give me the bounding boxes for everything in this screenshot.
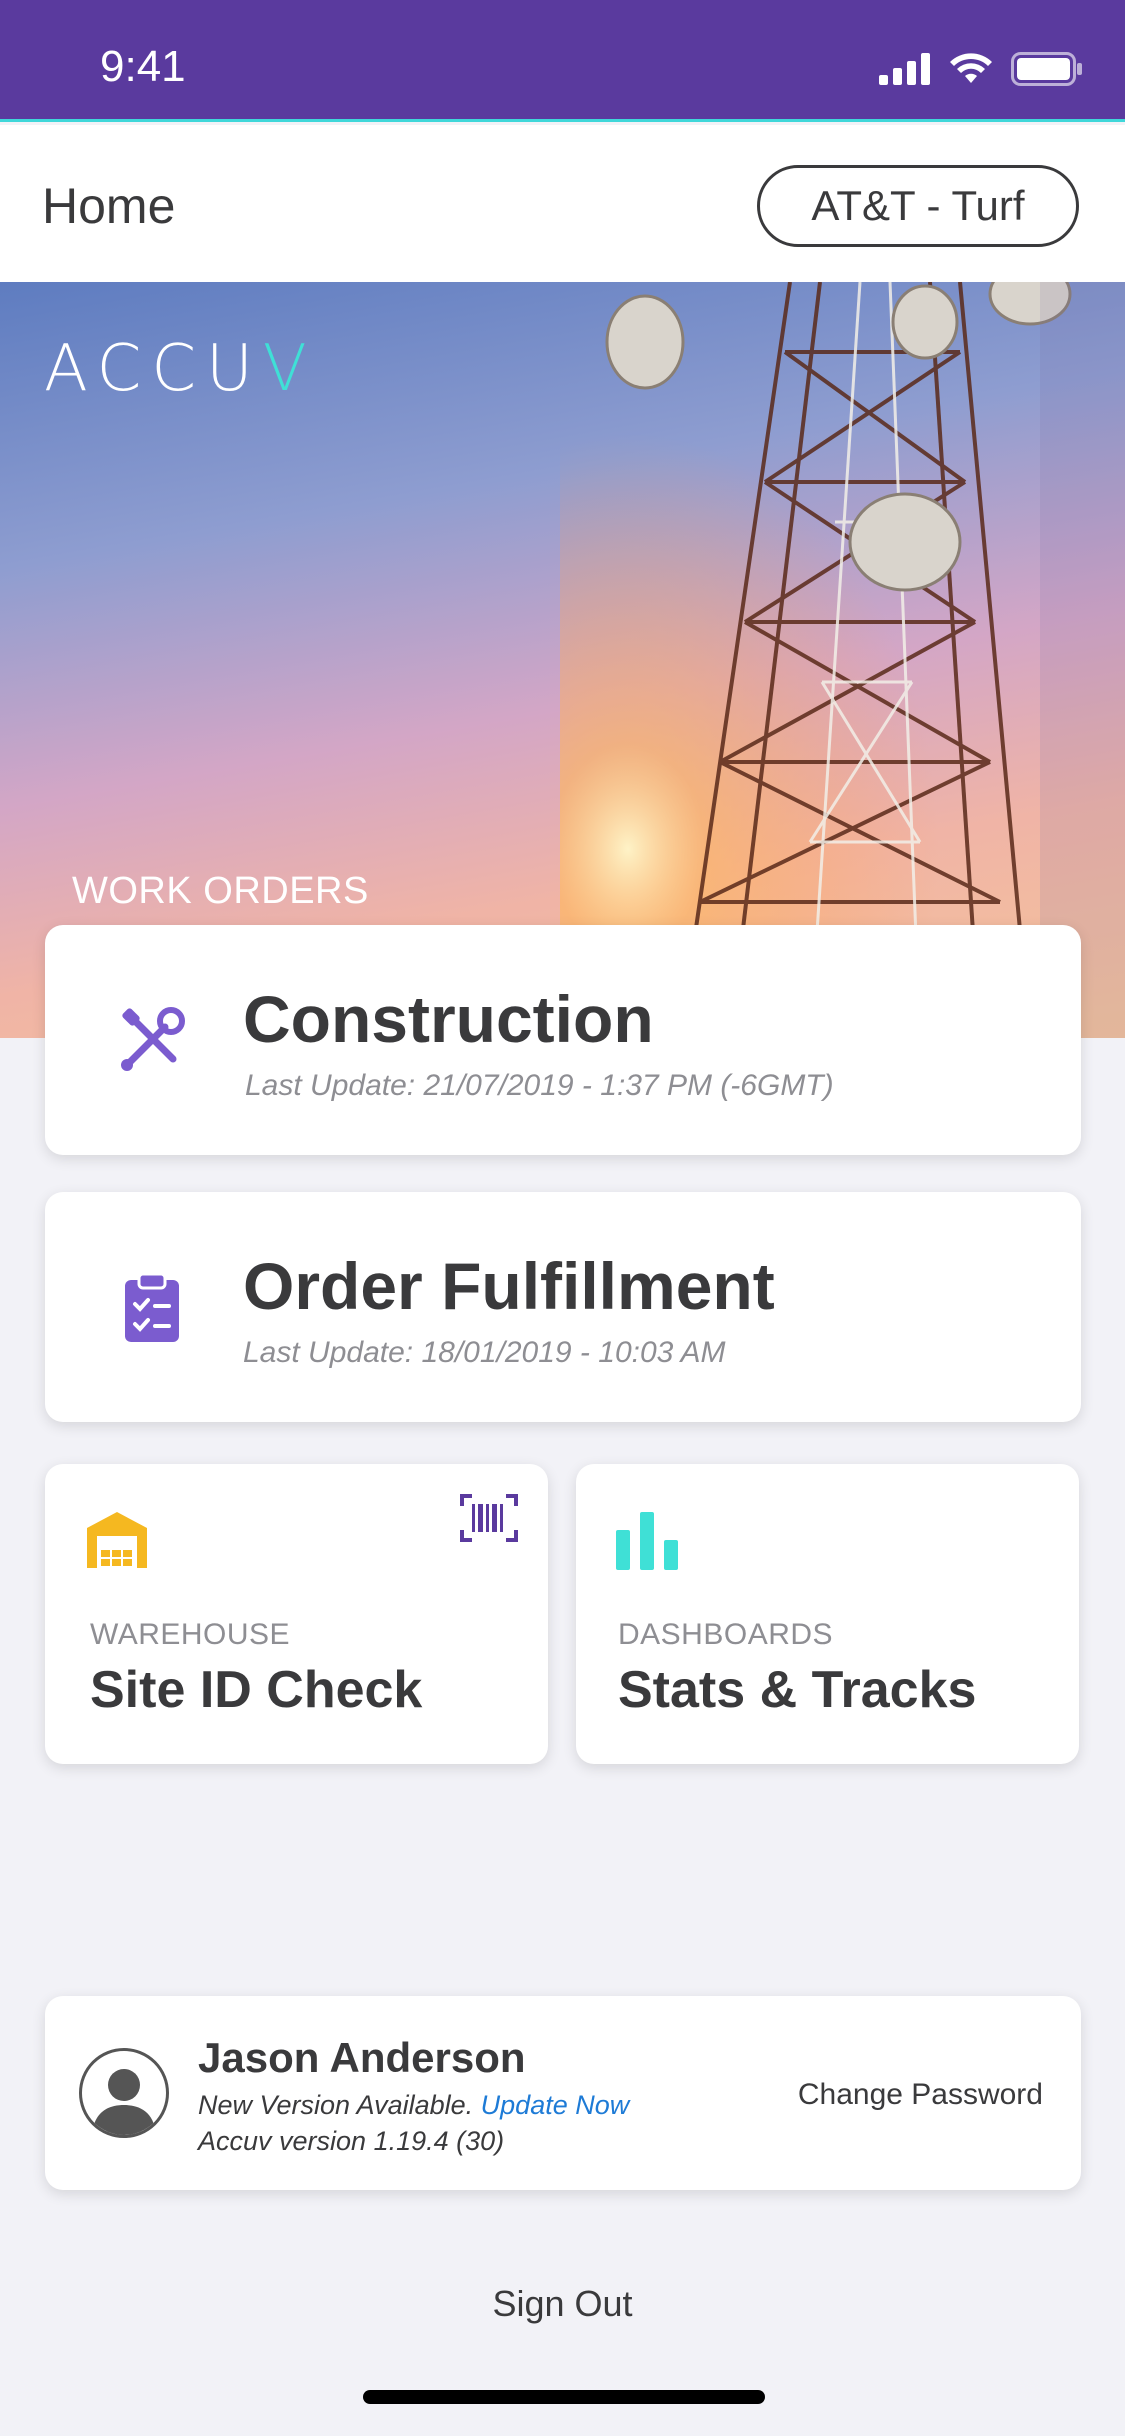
stats-tracks-title: Stats & Tracks	[618, 1661, 977, 1719]
barcode-scan-icon[interactable]	[460, 1494, 518, 1542]
app-version: Accuv version 1.19.4 (30)	[198, 2126, 505, 2156]
update-notice: New Version Available. Update Now	[198, 2090, 629, 2121]
cellular-signal-icon	[879, 53, 930, 85]
home-indicator[interactable]	[363, 2390, 765, 2404]
battery-icon	[1011, 52, 1082, 86]
status-icons	[879, 52, 1083, 86]
warehouse-category: WAREHOUSE	[90, 1618, 291, 1651]
order-fulfillment-title: Order Fulfillment	[243, 1249, 775, 1323]
avatar[interactable]	[79, 2048, 169, 2138]
warehouse-icon	[87, 1512, 147, 1568]
sign-out-button[interactable]: Sign Out	[0, 2283, 1125, 2325]
top-header: Home AT&T - Turf	[0, 125, 1125, 282]
profile-card: Jason Anderson New Version Available. Up…	[45, 1996, 1081, 2190]
dashboards-category: DASHBOARDS	[618, 1618, 834, 1651]
tools-icon	[121, 1007, 185, 1071]
wifi-icon	[950, 53, 992, 83]
order-fulfillment-last-update: Last Update: 18/01/2019 - 10:03 AM	[243, 1336, 726, 1369]
construction-title: Construction	[243, 982, 654, 1056]
bar-chart-icon	[616, 1512, 678, 1570]
construction-last-update: Last Update: 21/07/2019 - 1:37 PM (-6GMT…	[245, 1069, 834, 1102]
work-orders-heading: WORK ORDERS	[72, 870, 369, 912]
update-notice-text: New Version Available.	[198, 2090, 474, 2120]
site-id-check-title: Site ID Check	[90, 1661, 423, 1719]
status-time: 9:41	[100, 42, 186, 91]
change-password-button[interactable]: Change Password	[798, 2078, 1043, 2112]
order-fulfillment-card[interactable]: Order Fulfillment Last Update: 18/01/201…	[45, 1192, 1081, 1422]
update-now-link[interactable]: Update Now	[481, 2090, 630, 2120]
account-switcher-button[interactable]: AT&T - Turf	[757, 165, 1079, 247]
site-id-check-card[interactable]: WAREHOUSE Site ID Check	[45, 1464, 548, 1764]
accuv-logo: ACCUV	[44, 332, 317, 406]
user-name: Jason Anderson	[198, 2034, 526, 2081]
user-silhouette-icon	[92, 2069, 156, 2135]
construction-card[interactable]: Construction Last Update: 21/07/2019 - 1…	[45, 925, 1081, 1155]
status-bar: 9:41	[0, 0, 1125, 122]
stats-tracks-card[interactable]: DASHBOARDS Stats & Tracks	[576, 1464, 1079, 1764]
clipboard-check-icon	[125, 1272, 179, 1342]
page-title: Home	[42, 178, 176, 234]
